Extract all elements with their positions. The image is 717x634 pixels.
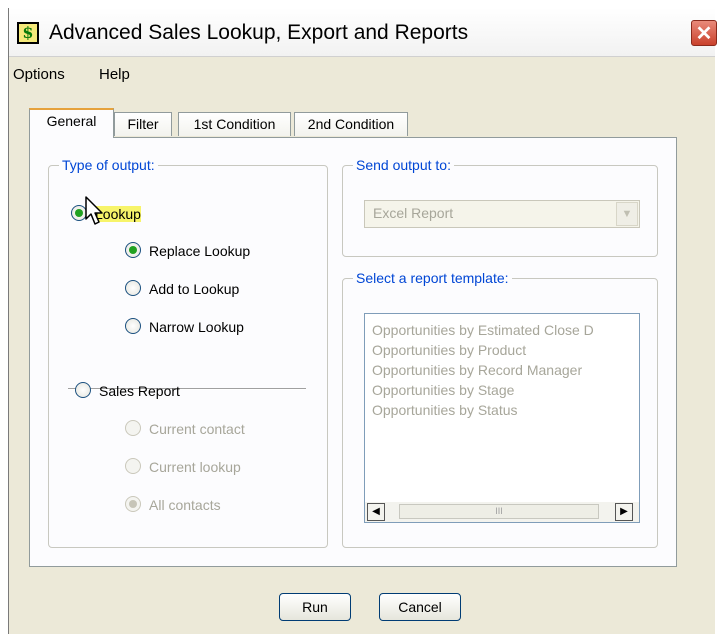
- mouse-cursor-icon: [85, 196, 103, 225]
- current-contact-label: Current contact: [149, 421, 245, 437]
- current-contact-radio[interactable]: [125, 420, 141, 436]
- tab-general[interactable]: General: [29, 108, 114, 138]
- chevron-down-icon[interactable]: ▼: [616, 202, 638, 226]
- tab-strip: General Filter 1st Condition 2nd Conditi…: [29, 108, 415, 138]
- title-bar[interactable]: $ Advanced Sales Lookup, Export and Repo…: [9, 8, 717, 57]
- close-button[interactable]: ✕: [691, 20, 717, 46]
- report-template-group: Select a report template: Opportunities …: [342, 268, 658, 548]
- dialog-window: $ Advanced Sales Lookup, Export and Repo…: [8, 8, 717, 634]
- report-template-list[interactable]: Opportunities by Estimated Close D Oppor…: [364, 313, 640, 523]
- list-item[interactable]: Opportunities by Stage: [372, 380, 514, 400]
- menu-bar: Options Help: [9, 58, 715, 88]
- horizontal-scrollbar[interactable]: ◀ III ▶: [365, 502, 639, 522]
- send-output-select[interactable]: Excel Report ▼: [364, 200, 640, 228]
- run-button[interactable]: Run: [279, 593, 351, 621]
- send-output-value: Excel Report: [373, 205, 454, 221]
- close-icon: ✕: [695, 23, 713, 45]
- tab-filter[interactable]: Filter: [114, 112, 172, 136]
- menu-options[interactable]: Options: [13, 66, 65, 84]
- tab-1st-condition[interactable]: 1st Condition: [178, 112, 291, 136]
- all-contacts-label: All contacts: [149, 497, 221, 513]
- replace-lookup-label: Replace Lookup: [149, 243, 251, 259]
- tab-2nd-condition[interactable]: 2nd Condition: [294, 112, 408, 136]
- add-to-lookup-label: Add to Lookup: [149, 281, 240, 297]
- current-lookup-label: Current lookup: [149, 459, 241, 475]
- narrow-lookup-radio[interactable]: [125, 318, 141, 334]
- list-item[interactable]: Opportunities by Status: [372, 400, 518, 420]
- sales-report-label: Sales Report: [99, 383, 180, 399]
- scroll-thumb[interactable]: III: [399, 504, 599, 519]
- general-tab-panel: Type of output: Lookup Replace Lookup Ad…: [29, 137, 677, 567]
- app-icon-glyph: $: [22, 23, 34, 42]
- list-item[interactable]: Opportunities by Estimated Close D: [372, 320, 594, 340]
- window-title: Advanced Sales Lookup, Export and Report…: [49, 21, 469, 44]
- output-type-label: Type of output:: [59, 155, 158, 175]
- replace-lookup-radio[interactable]: [125, 242, 141, 258]
- cancel-button[interactable]: Cancel: [379, 593, 461, 621]
- app-icon: $: [17, 22, 39, 44]
- scroll-left-icon[interactable]: ◀: [367, 503, 385, 521]
- send-output-group: Send output to: Excel Report ▼: [342, 155, 658, 257]
- narrow-lookup-label: Narrow Lookup: [149, 319, 244, 335]
- all-contacts-radio[interactable]: [125, 496, 141, 512]
- add-to-lookup-radio[interactable]: [125, 280, 141, 296]
- report-template-label: Select a report template:: [353, 268, 512, 288]
- scroll-right-icon[interactable]: ▶: [615, 503, 633, 521]
- send-output-label: Send output to:: [353, 155, 454, 175]
- list-item[interactable]: Opportunities by Record Manager: [372, 360, 582, 380]
- sales-report-radio[interactable]: [75, 382, 91, 398]
- menu-help[interactable]: Help: [99, 66, 130, 84]
- list-item[interactable]: Opportunities by Product: [372, 340, 526, 360]
- current-lookup-radio[interactable]: [125, 458, 141, 474]
